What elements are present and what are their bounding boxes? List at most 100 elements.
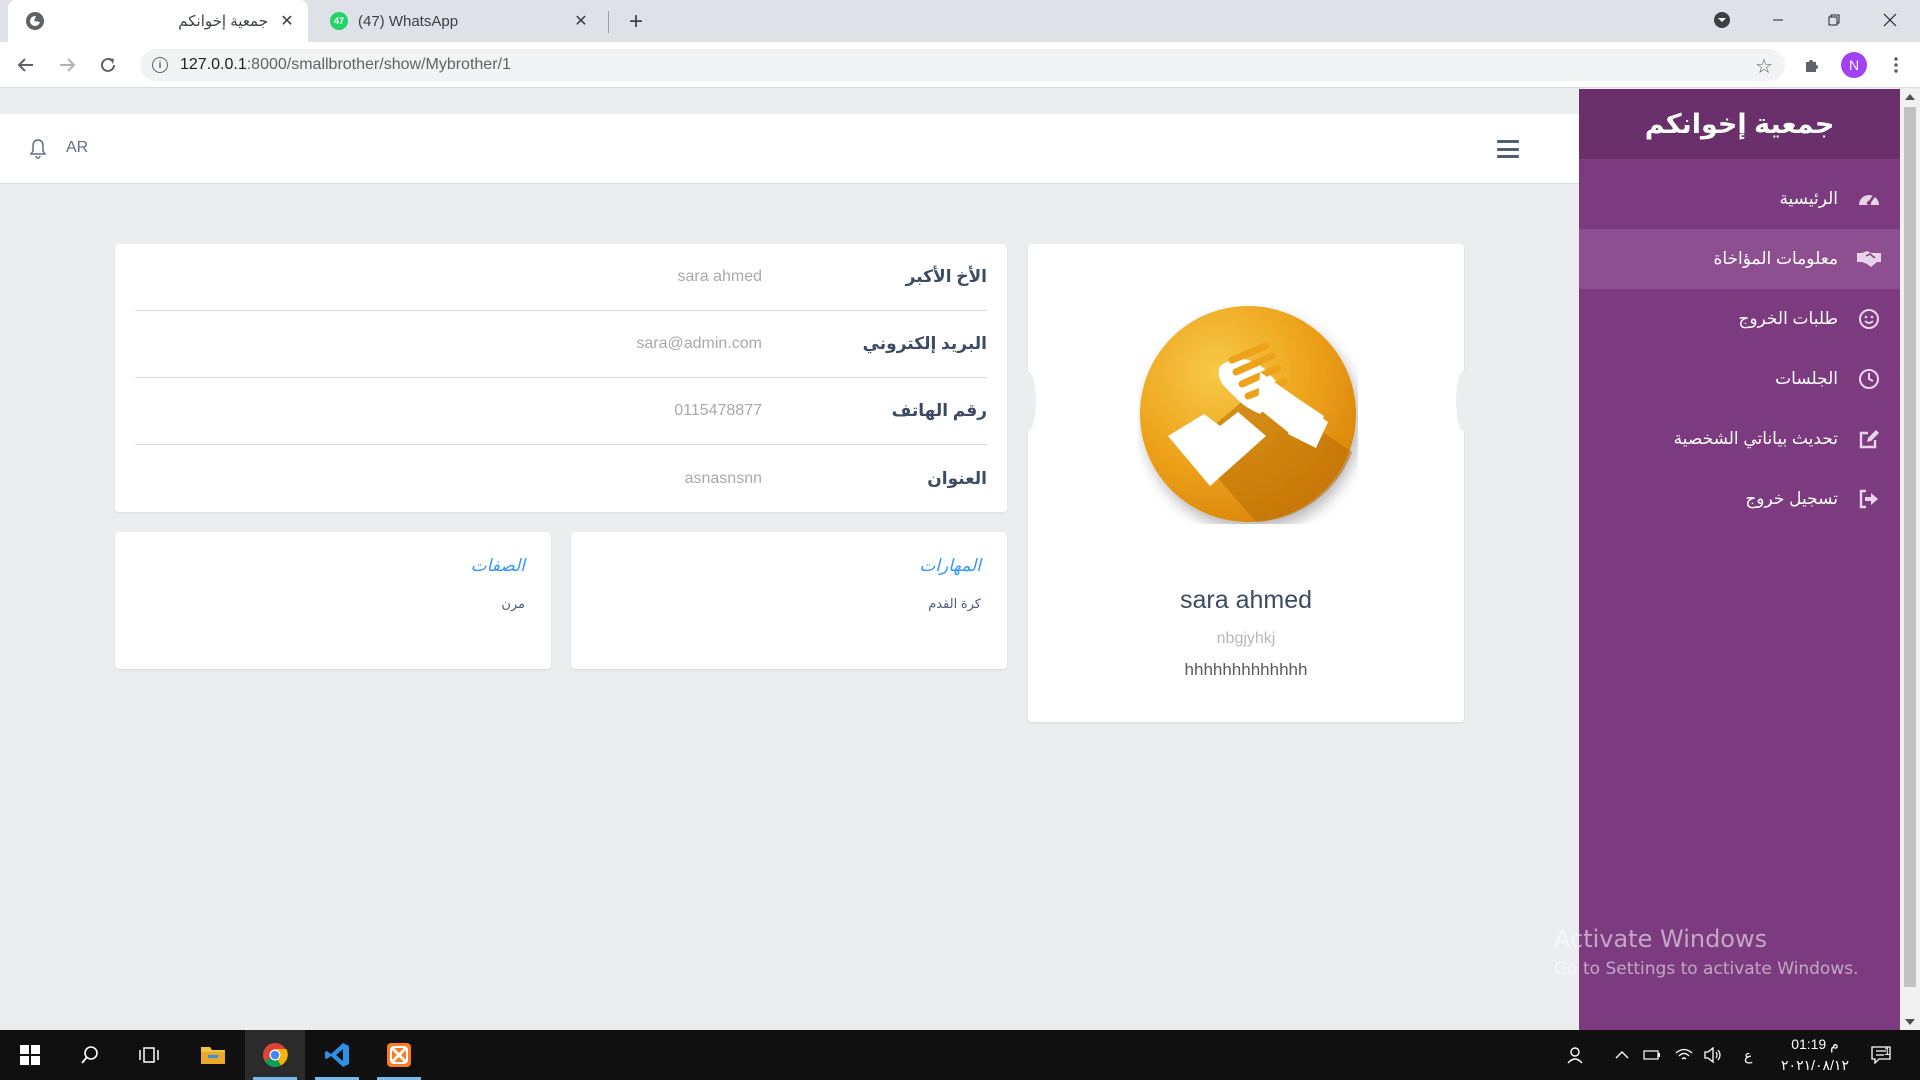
restore-button[interactable] <box>1806 0 1862 40</box>
tab-separator <box>608 11 609 33</box>
arrow-right-icon <box>60 58 76 72</box>
browser-tab-bar: جمعية إخوانكم ✕ 47 (47) WhatsApp ✕ + <box>0 0 1920 42</box>
task-view-button[interactable] <box>120 1030 180 1080</box>
minimize-icon <box>1773 19 1783 21</box>
taskbar-xampp[interactable] <box>369 1030 429 1080</box>
notification-count: 1 <box>1884 1046 1891 1058</box>
globe-icon <box>26 12 44 30</box>
windows-logo-icon <box>20 1045 40 1065</box>
language-switch[interactable]: AR <box>66 139 88 157</box>
xampp-icon <box>387 1043 411 1067</box>
taskbar-file-explorer[interactable] <box>183 1030 243 1080</box>
url-field[interactable]: i 127.0.0.1:8000/smallbrother/show/Mybro… <box>140 49 1785 81</box>
browser-menu-button[interactable] <box>1882 51 1910 79</box>
tab-close-icon[interactable]: ✕ <box>278 12 296 30</box>
edit-icon <box>1856 426 1882 452</box>
traits-text: مرن <box>501 596 525 611</box>
sidebar-item-label: الجلسات <box>1775 369 1838 388</box>
forward-button[interactable] <box>53 51 81 79</box>
kebab-menu-icon <box>1894 57 1898 73</box>
info-row: البريد إلكتروني sara@admin.com <box>135 311 987 378</box>
tab-current[interactable]: جمعية إخوانكم ✕ <box>8 0 308 42</box>
folder-icon <box>201 1047 225 1064</box>
info-label: البريد إلكتروني <box>862 334 987 353</box>
scroll-up-arrow-icon[interactable] <box>1905 94 1915 100</box>
tab-search-button[interactable] <box>1694 0 1750 40</box>
sidebar-item-exit-requests[interactable]: طلبات الخروج <box>1579 289 1900 349</box>
sidebar-item-home[interactable]: الرئيسية <box>1579 169 1900 229</box>
sidebar: جمعية إخوانكم الرئيسية معلومات المؤاخاة … <box>1579 89 1900 1030</box>
wifi-icon[interactable] <box>1675 1030 1693 1080</box>
taskbar-vscode[interactable] <box>307 1030 367 1080</box>
battery-icon[interactable] <box>1643 1030 1661 1080</box>
new-tab-button[interactable]: + <box>622 8 650 36</box>
profile-bio: hhhhhhhhhhhhh <box>1184 660 1308 679</box>
clock-time: 01:19 م <box>1791 1036 1839 1052</box>
close-window-button[interactable] <box>1862 0 1918 40</box>
sidebar-item-update-profile[interactable]: تحديث بياناتي الشخصية <box>1579 409 1900 469</box>
extensions-button[interactable] <box>1798 51 1826 79</box>
start-button[interactable] <box>0 1030 60 1080</box>
sidebar-nav: الرئيسية معلومات المؤاخاة طلبات الخروج ا… <box>1579 159 1900 529</box>
tray-chevron-up-icon[interactable] <box>1615 1030 1629 1080</box>
clock-icon <box>1856 366 1882 392</box>
windows-activation-watermark: Activate Windows Go to Settings to activ… <box>1554 925 1859 979</box>
taskbar-clock[interactable]: 01:19 م ٢٠٢١/٠٨/١٢ <box>1770 1034 1860 1076</box>
sidebar-item-sessions[interactable]: الجلسات <box>1579 349 1900 409</box>
skills-text: كرة القدم <box>928 596 981 611</box>
url-host: 127.0.0.1 <box>180 56 247 73</box>
watermark-subtitle: Go to Settings to activate Windows. <box>1554 959 1859 979</box>
page-scrollbar[interactable] <box>1900 89 1920 1030</box>
sidebar-item-logout[interactable]: تسجيل خروج <box>1579 469 1900 529</box>
sidebar-item-label: تحديث بياناتي الشخصية <box>1673 429 1838 448</box>
profile-avatar[interactable]: N <box>1841 52 1867 78</box>
traits-title: الصفات <box>470 556 525 575</box>
info-row: رقم الهاتف 0115478877 <box>135 378 987 445</box>
handshake-logo-icon <box>1138 304 1358 524</box>
people-icon[interactable] <box>1566 1030 1586 1080</box>
reload-button[interactable] <box>94 51 122 79</box>
info-value: asnasnsnn <box>684 469 762 487</box>
restore-icon <box>1828 14 1840 26</box>
info-label: رقم الهاتف <box>891 401 987 420</box>
back-button[interactable] <box>12 51 40 79</box>
menu-toggle-icon[interactable] <box>1497 140 1519 158</box>
puzzle-icon <box>1806 60 1818 72</box>
tab-close-icon[interactable]: ✕ <box>572 12 590 30</box>
info-row: الأخ الأكبر sara ahmed <box>135 244 987 311</box>
scroll-down-arrow-icon[interactable] <box>1905 1019 1915 1025</box>
search-icon <box>81 1046 98 1064</box>
bookmark-star-icon[interactable]: ☆ <box>1755 54 1773 79</box>
whatsapp-icon: 47 <box>330 12 348 30</box>
info-label: الأخ الأكبر <box>905 267 987 286</box>
clock-date: ٢٠٢١/٠٨/١٢ <box>1781 1057 1849 1073</box>
close-icon <box>1883 13 1897 27</box>
chrome-icon <box>263 1043 288 1068</box>
profile-username: nbgjyhkj <box>1216 630 1276 647</box>
reload-icon <box>101 57 115 72</box>
dashboard-icon <box>1856 186 1882 212</box>
skills-title: المهارات <box>919 556 981 575</box>
sidebar-item-label: الرئيسية <box>1779 189 1838 208</box>
taskbar-search-button[interactable] <box>60 1030 120 1080</box>
windows-taskbar: ع 01:19 م ٢٠٢١/٠٨/١٢ 1 <box>0 1030 1920 1080</box>
tab-title: (47) WhatsApp <box>358 12 459 30</box>
sidebar-brand[interactable]: جمعية إخوانكم <box>1579 89 1900 159</box>
skills-card: المهارات كرة القدم <box>571 532 1007 669</box>
tab-whatsapp[interactable]: 47 (47) WhatsApp ✕ <box>312 0 602 42</box>
volume-icon[interactable] <box>1703 1030 1723 1080</box>
sidebar-item-brotherhood-info[interactable]: معلومات المؤاخاة <box>1579 229 1900 289</box>
brother-info-card: الأخ الأكبر sara ahmed البريد إلكتروني s… <box>115 244 1007 512</box>
address-bar: i 127.0.0.1:8000/smallbrother/show/Mybro… <box>0 42 1920 88</box>
minimize-button[interactable] <box>1750 0 1806 40</box>
info-icon[interactable]: i <box>152 57 168 73</box>
traits-card: الصفات مرن <box>115 532 551 669</box>
scrollbar-thumb[interactable] <box>1904 107 1916 987</box>
card-notch <box>1456 371 1472 431</box>
sidebar-item-label: تسجيل خروج <box>1745 489 1838 508</box>
action-center-button[interactable] <box>1866 1030 1896 1080</box>
bell-icon[interactable] <box>28 138 48 160</box>
vscode-icon <box>325 1043 349 1067</box>
taskbar-chrome[interactable] <box>245 1030 305 1080</box>
input-language[interactable]: ع <box>1744 1030 1752 1080</box>
